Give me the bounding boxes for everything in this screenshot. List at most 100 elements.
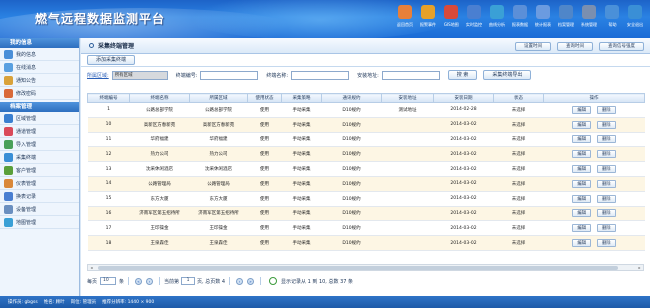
table-row[interactable]: 11 华府福建 华府福建 使用 手动采集 D10规约 2014-03-02 未选择 编辑 删除: [87, 132, 645, 148]
sidebar-item-user-info[interactable]: 我的信息: [0, 48, 79, 61]
nav-item-archive[interactable]: 档案管理: [555, 2, 577, 36]
add-terminal-button[interactable]: 添加采集终端: [87, 55, 136, 65]
install-addr-input[interactable]: [381, 70, 440, 80]
table-row[interactable]: 18 王泉森佳 王泉森佳 使用 手动采集 D10规约 2014-03-02 未选择 编辑 删除: [87, 235, 645, 251]
sidebar-item-notice[interactable]: 通知公告: [0, 74, 79, 87]
nav-item-help[interactable]: 帮助: [601, 2, 623, 36]
column-header[interactable]: 安装日期: [433, 93, 494, 103]
delete-button[interactable]: 删除: [597, 150, 616, 159]
table-cell: 使用: [247, 132, 282, 148]
sidebar-item-map-manage[interactable]: 地图管理: [0, 216, 79, 229]
meter-icon: [4, 178, 13, 188]
column-header[interactable]: 操作: [543, 93, 645, 103]
table-row[interactable]: 10 高新区方春新苑 高新区方春新苑 使用 手动采集 D10规约 2014-03-02 未选择…: [87, 117, 645, 133]
region-label[interactable]: 所属区域:: [87, 72, 109, 79]
edit-button[interactable]: 编辑: [572, 209, 591, 218]
prev-page-button[interactable]: ‹: [146, 277, 154, 285]
scroll-right-arrow-icon[interactable]: ▸: [636, 265, 643, 270]
edit-button[interactable]: 编辑: [572, 105, 591, 114]
sidebar-item-message[interactable]: 在线消息: [0, 61, 79, 74]
column-header[interactable]: 终端编号: [87, 93, 130, 103]
horizontal-scrollbar[interactable]: ◂ ▸: [87, 264, 644, 271]
nav-item-curve-chart[interactable]: 曲线分析: [486, 2, 508, 36]
nav-item-map[interactable]: GIS地图: [440, 2, 462, 36]
table-row[interactable]: 14 公路管理局 公路管理局 使用 手动采集 D10规约 2014-03-02 未选择 编辑 删除: [87, 176, 645, 192]
nav-item-report[interactable]: 报表数据: [509, 2, 531, 36]
row-actions: 编辑 删除: [543, 235, 645, 251]
nav-item-system-gear[interactable]: 系统管理: [578, 2, 600, 36]
sidebar-item-import[interactable]: 导入管理: [0, 138, 79, 151]
next-page-button[interactable]: ›: [236, 277, 243, 285]
edit-button[interactable]: 编辑: [572, 179, 591, 188]
edit-button[interactable]: 编辑: [572, 150, 591, 159]
refresh-icon[interactable]: [269, 277, 277, 285]
column-header[interactable]: 状态: [493, 93, 544, 103]
column-header[interactable]: 安装地址: [381, 93, 434, 103]
table-row[interactable]: 13 沈采休闲酒店 沈采休闲酒店 使用 手动采集 D10规约 2014-03-02 未选择 编辑…: [87, 161, 645, 177]
per-page-select[interactable]: 10: [100, 277, 117, 285]
column-header[interactable]: 所属区域: [189, 93, 248, 103]
scroll-left-arrow-icon[interactable]: ◂: [88, 265, 95, 270]
delete-button[interactable]: 删除: [597, 209, 616, 218]
edit-button[interactable]: 编辑: [572, 224, 591, 233]
column-header[interactable]: 采集策略: [281, 93, 322, 103]
region-icon: [4, 113, 13, 123]
table-row[interactable]: 16 济南军区第五招待所 济南军区第五招待所 使用 手动采集 D10规约 2014-03-0…: [87, 206, 645, 222]
region-select[interactable]: 所有区域: [111, 70, 168, 80]
table-cell: 11: [87, 132, 130, 148]
table-row[interactable]: 15 东方大厦 东方大厦 使用 手动采集 D10规约 2014-03-02 未选择 编辑 删除: [87, 191, 645, 207]
delete-button[interactable]: 删除: [597, 120, 616, 129]
sidebar-item-label: 采集终端: [16, 154, 37, 161]
table-row[interactable]: 12 热力公司 热力公司 使用 手动采集 D10规约 2014-03-02 未选择 编辑 删除: [87, 146, 645, 163]
sidebar-item-region[interactable]: 区域管理: [0, 112, 79, 125]
pager-divider: [128, 277, 130, 285]
sidebar-item-meter[interactable]: 仪表管理: [0, 177, 79, 190]
terminal-table: 终端编号 终端名称 所属区域 使用状态 采集策略 通讯规约 安装地址 安装日期 状态 操作 1 公路…: [87, 93, 645, 251]
delete-button[interactable]: 删除: [597, 224, 616, 233]
nav-item-alarm-bell[interactable]: 报警事件: [417, 2, 439, 36]
column-header[interactable]: 通讯规约: [321, 93, 382, 103]
last-page-button[interactable]: »: [247, 277, 254, 285]
export-button[interactable]: 采集终端导出: [483, 70, 532, 80]
delete-button[interactable]: 删除: [597, 135, 616, 144]
column-header[interactable]: 使用状态: [247, 93, 282, 103]
nav-item-monitor[interactable]: 实时监控: [463, 2, 485, 36]
edit-button[interactable]: 编辑: [572, 120, 591, 129]
sidebar-item-label: 设备管理: [16, 206, 37, 213]
table-row[interactable]: 1 公路总部学院 公路总部学院 使用 手动采集 D10规约 测试地址 2014-02-28 未选…: [87, 102, 645, 118]
first-page-button[interactable]: «: [135, 277, 143, 285]
sidebar-header-my-info[interactable]: 我的信息: [0, 38, 79, 48]
sidebar-item-terminal[interactable]: 采集终端: [0, 151, 79, 164]
message-icon: [4, 62, 13, 72]
scrollbar-thumb[interactable]: [98, 266, 618, 270]
delete-button[interactable]: 删除: [597, 179, 616, 188]
terminal-icon: [4, 152, 13, 162]
top-action-button[interactable]: 查询时间: [557, 42, 593, 51]
terminal-name-input[interactable]: [291, 70, 350, 80]
delete-button[interactable]: 删除: [597, 165, 616, 174]
edit-button[interactable]: 编辑: [572, 239, 591, 248]
sidebar-item-password[interactable]: 修改密码: [0, 87, 79, 100]
column-header[interactable]: 终端名称: [129, 93, 190, 103]
delete-button[interactable]: 删除: [597, 239, 616, 248]
table-row[interactable]: 17 王印操金 王印操金 使用 手动采集 D10规约 2014-03-02 未选择 编辑 删除: [87, 220, 645, 237]
sidebar-header-archive[interactable]: 档案管理: [0, 102, 79, 112]
sidebar-item-customer[interactable]: 客户管理: [0, 164, 79, 177]
terminal-no-input[interactable]: [200, 70, 259, 80]
current-page-input[interactable]: 1: [181, 277, 196, 285]
search-button[interactable]: 搜 索: [447, 70, 478, 80]
nav-item-home[interactable]: 返回首页: [394, 2, 416, 36]
delete-button[interactable]: 删除: [597, 194, 616, 203]
delete-button[interactable]: 删除: [597, 105, 616, 114]
nav-item-logout[interactable]: 安全退出: [624, 2, 646, 36]
sidebar-item-swap-record[interactable]: 换表记录: [0, 190, 79, 203]
top-action-button[interactable]: 设置时间: [515, 42, 551, 51]
edit-button[interactable]: 编辑: [572, 165, 591, 174]
top-action-button[interactable]: 查询信号强度: [599, 42, 644, 51]
nav-item-statistics[interactable]: 统计报表: [532, 2, 554, 36]
sidebar-item-device[interactable]: 设备管理: [0, 203, 79, 216]
edit-button[interactable]: 编辑: [572, 135, 591, 144]
edit-button[interactable]: 编辑: [572, 194, 591, 203]
table-cell: [381, 146, 434, 163]
sidebar-item-channel[interactable]: 通道管理: [0, 125, 79, 138]
